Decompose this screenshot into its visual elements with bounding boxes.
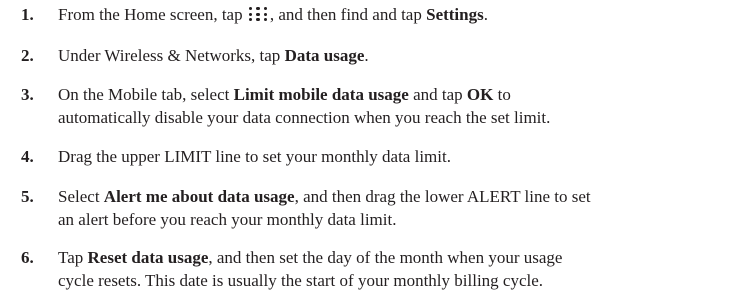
step-line: cycle resets. This date is usually the s… — [58, 271, 544, 290]
step-number: 1. — [21, 5, 34, 24]
step-number: 4. — [21, 147, 34, 166]
step-text: Under Wireless & Networks, tap Data usag… — [58, 46, 369, 65]
step-line: Tap Reset data usage, and then set the d… — [58, 248, 563, 267]
step-text: Tap Reset data usage, and then set the d… — [58, 246, 739, 292]
step-number: 5. — [21, 187, 34, 206]
step-number: 2. — [21, 46, 34, 65]
step-number: 3. — [21, 85, 34, 104]
step-text: Select Alert me about data usage, and th… — [58, 185, 739, 231]
step-text: Drag the upper LIMIT line to set your mo… — [58, 147, 451, 166]
step-text: From the Home screen, tap , and then fin… — [58, 5, 488, 24]
apps-grid-icon — [248, 7, 268, 22]
step-line: Select Alert me about data usage, and th… — [58, 187, 591, 206]
step-line: an alert before you reach your monthly d… — [58, 210, 397, 229]
instruction-steps: 1. From the Home screen, tap , and then … — [0, 0, 747, 297]
step-number: 6. — [21, 248, 34, 267]
step-line: automatically disable your data connecti… — [58, 108, 551, 127]
step-line: On the Mobile tab, select Limit mobile d… — [58, 85, 511, 104]
step-text: On the Mobile tab, select Limit mobile d… — [58, 83, 739, 129]
